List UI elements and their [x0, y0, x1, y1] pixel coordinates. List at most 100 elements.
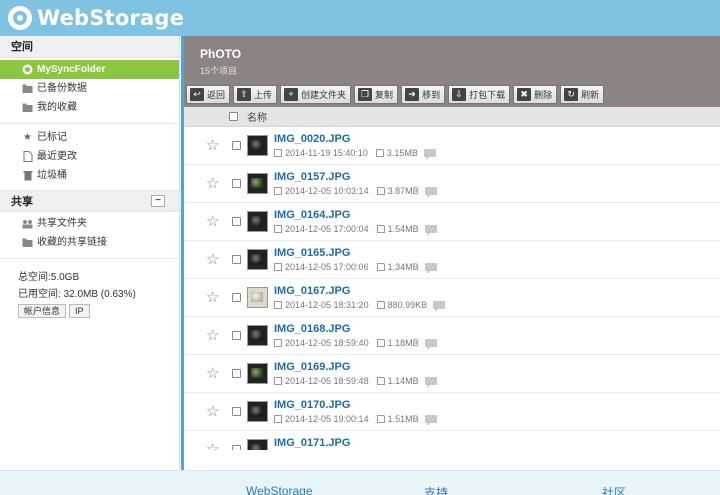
file-name-link[interactable]: IMG_0164.JPG [274, 209, 437, 222]
storage-total: 总空间:5.0GB [18, 272, 80, 283]
file-checkbox[interactable] [232, 445, 241, 450]
file-checkbox[interactable] [232, 179, 241, 188]
favorite-star-icon[interactable]: ☆ [206, 214, 226, 229]
file-name-link[interactable]: IMG_0020.JPG [274, 133, 436, 146]
file-row[interactable]: ☆ IMG_0169.JPG 2014-12-05 18:59:48 1.14MB [184, 355, 720, 393]
comment-icon[interactable] [423, 149, 436, 160]
favorite-star-icon[interactable]: ☆ [206, 442, 226, 450]
file-row[interactable]: ☆ IMG_0167.JPG 2014-12-05 18:31:20 880.99KB [184, 279, 720, 317]
file-checkbox[interactable] [232, 407, 241, 416]
file-name-link[interactable]: IMG_0165.JPG [274, 247, 437, 260]
delete-button[interactable]: ✖ 删除 [513, 85, 558, 104]
download-button[interactable]: ⇩ 打包下载 [448, 85, 511, 104]
file-name-link[interactable]: IMG_0168.JPG [274, 323, 437, 336]
file-thumbnail[interactable] [247, 287, 268, 308]
download-icon: ⇩ [452, 88, 467, 101]
comment-icon[interactable] [424, 187, 437, 198]
ip-button[interactable]: IP [69, 304, 90, 318]
sidebar-item-starred[interactable]: ★ 已标记 [0, 128, 179, 147]
calendar-icon [274, 225, 282, 233]
file-thumbnail[interactable] [247, 135, 268, 156]
favorite-star-icon[interactable]: ☆ [206, 290, 226, 305]
favorite-star-icon[interactable]: ☆ [206, 176, 226, 191]
footer-support-link[interactable]: 支持 [424, 484, 448, 495]
name-column-header[interactable]: 名称 [247, 109, 267, 124]
comment-icon[interactable] [424, 377, 437, 388]
file-name-link[interactable]: IMG_0167.JPG [274, 285, 445, 298]
share-section-title: 共享 − [0, 190, 179, 212]
file-row[interactable]: ☆ IMG_0157.JPG 2014-12-05 10:03:14 3.87MB [184, 165, 720, 203]
calendar-icon [274, 415, 282, 423]
favorite-star-icon[interactable]: ☆ [206, 138, 226, 153]
favorite-star-icon[interactable]: ☆ [206, 366, 226, 381]
file-thumbnail[interactable] [247, 401, 268, 422]
sidebar-item-label: 已备份数据 [37, 83, 87, 94]
comment-icon[interactable] [424, 415, 437, 426]
file-name-link[interactable]: IMG_0170.JPG [274, 399, 437, 412]
file-info: IMG_0170.JPG 2014-12-05 19:00:14 1.51MB [274, 399, 437, 426]
comment-icon[interactable] [424, 263, 437, 274]
file-name-link[interactable]: IMG_0169.JPG [274, 361, 437, 374]
new-folder-button[interactable]: + 创建文件夹 [280, 85, 352, 104]
calendar-icon [274, 301, 282, 309]
file-date: 2014-12-05 19:00:14 [285, 414, 369, 424]
file-thumbnail[interactable] [247, 173, 268, 194]
app-logo-text[interactable]: WebStorage [37, 6, 184, 30]
file-checkbox[interactable] [232, 293, 241, 302]
file-size: 3.87MB [387, 186, 419, 196]
share-items: 共享文件夹 收藏的共享链接 [0, 212, 179, 254]
move-label: 移到 [422, 90, 441, 100]
share-collapse-button[interactable]: − [151, 195, 165, 207]
back-button[interactable]: ↩ 返回 [186, 85, 231, 104]
file-checkbox[interactable] [232, 369, 241, 378]
calendar-icon [274, 187, 282, 195]
file-date: 2014-12-05 17:00:04 [285, 224, 369, 234]
sidebar-item-recent[interactable]: 最近更改 [0, 147, 179, 166]
file-row[interactable]: ☆ IMG_0170.JPG 2014-12-05 19:00:14 1.51MB [184, 393, 720, 431]
toolbar: ↩ 返回 ⇪ 上传 + 创建文件夹 ❐ 复制 ➜ 移到 ⇩ 打包下载 ✖ 删除 ↻ 刷新 [186, 85, 720, 104]
favorite-star-icon[interactable]: ☆ [206, 328, 226, 343]
favorite-star-icon[interactable]: ☆ [206, 252, 226, 267]
file-name-link[interactable]: IMG_0157.JPG [274, 171, 437, 184]
comment-icon[interactable] [424, 339, 437, 350]
file-size: 1.18MB [387, 338, 419, 348]
sidebar-item-collection[interactable]: 我的收藏 [0, 98, 179, 117]
collection-folder-icon [22, 102, 33, 113]
comment-icon[interactable] [433, 301, 446, 312]
file-name-link[interactable]: IMG_0171.JPG [274, 437, 437, 450]
sidebar-item-backup[interactable]: 已备份数据 [0, 79, 179, 98]
comment-icon[interactable] [424, 225, 437, 236]
file-checkbox[interactable] [232, 331, 241, 340]
account-info-button[interactable]: 帐户信息 [18, 304, 67, 318]
star-icon: ★ [23, 132, 32, 143]
footer-community-link[interactable]: 社区 [602, 484, 626, 495]
file-checkbox[interactable] [232, 217, 241, 226]
file-thumbnail[interactable] [247, 439, 268, 450]
sidebar-item-trash[interactable]: 垃圾桶 [0, 166, 179, 185]
file-row[interactable]: ☆ IMG_0168.JPG 2014-12-05 18:59:40 1.18MB [184, 317, 720, 355]
file-row[interactable]: ☆ IMG_0164.JPG 2014-12-05 17:00:04 1.54MB [184, 203, 720, 241]
sidebar-item-shared-folder[interactable]: 共享文件夹 [0, 214, 179, 233]
file-thumbnail[interactable] [247, 363, 268, 384]
footer-webstorage-link[interactable]: WebStorage [246, 484, 313, 495]
favorite-star-icon[interactable]: ☆ [206, 404, 226, 419]
file-row[interactable]: ☆ IMG_0020.JPG 2014-11-19 15:40:10 3.15MB [184, 127, 720, 165]
file-thumbnail[interactable] [247, 211, 268, 232]
sidebar-item-label: 共享文件夹 [37, 218, 87, 229]
footer: WebStorage 支持 社区 [0, 470, 720, 495]
file-thumbnail[interactable] [247, 249, 268, 270]
webstorage-logo-icon[interactable] [8, 6, 32, 30]
sidebar-item-shared-links[interactable]: 收藏的共享链接 [0, 233, 179, 252]
refresh-button[interactable]: ↻ 刷新 [560, 85, 605, 104]
select-all-checkbox[interactable] [229, 112, 238, 121]
file-thumbnail[interactable] [247, 325, 268, 346]
move-button[interactable]: ➜ 移到 [401, 85, 446, 104]
upload-button[interactable]: ⇪ 上传 [233, 85, 278, 104]
file-row[interactable]: ☆ IMG_0171.JPG2014-12-05 19:01:561.28MB [184, 431, 720, 450]
copy-button[interactable]: ❐ 复制 [354, 85, 399, 104]
file-checkbox[interactable] [232, 255, 241, 264]
sidebar-item-mysyncfolder[interactable]: MySyncFolder [0, 60, 179, 79]
file-checkbox[interactable] [232, 141, 241, 150]
file-row[interactable]: ☆ IMG_0165.JPG 2014-12-05 17:00:06 1.34MB [184, 241, 720, 279]
file-size-icon [376, 339, 385, 347]
